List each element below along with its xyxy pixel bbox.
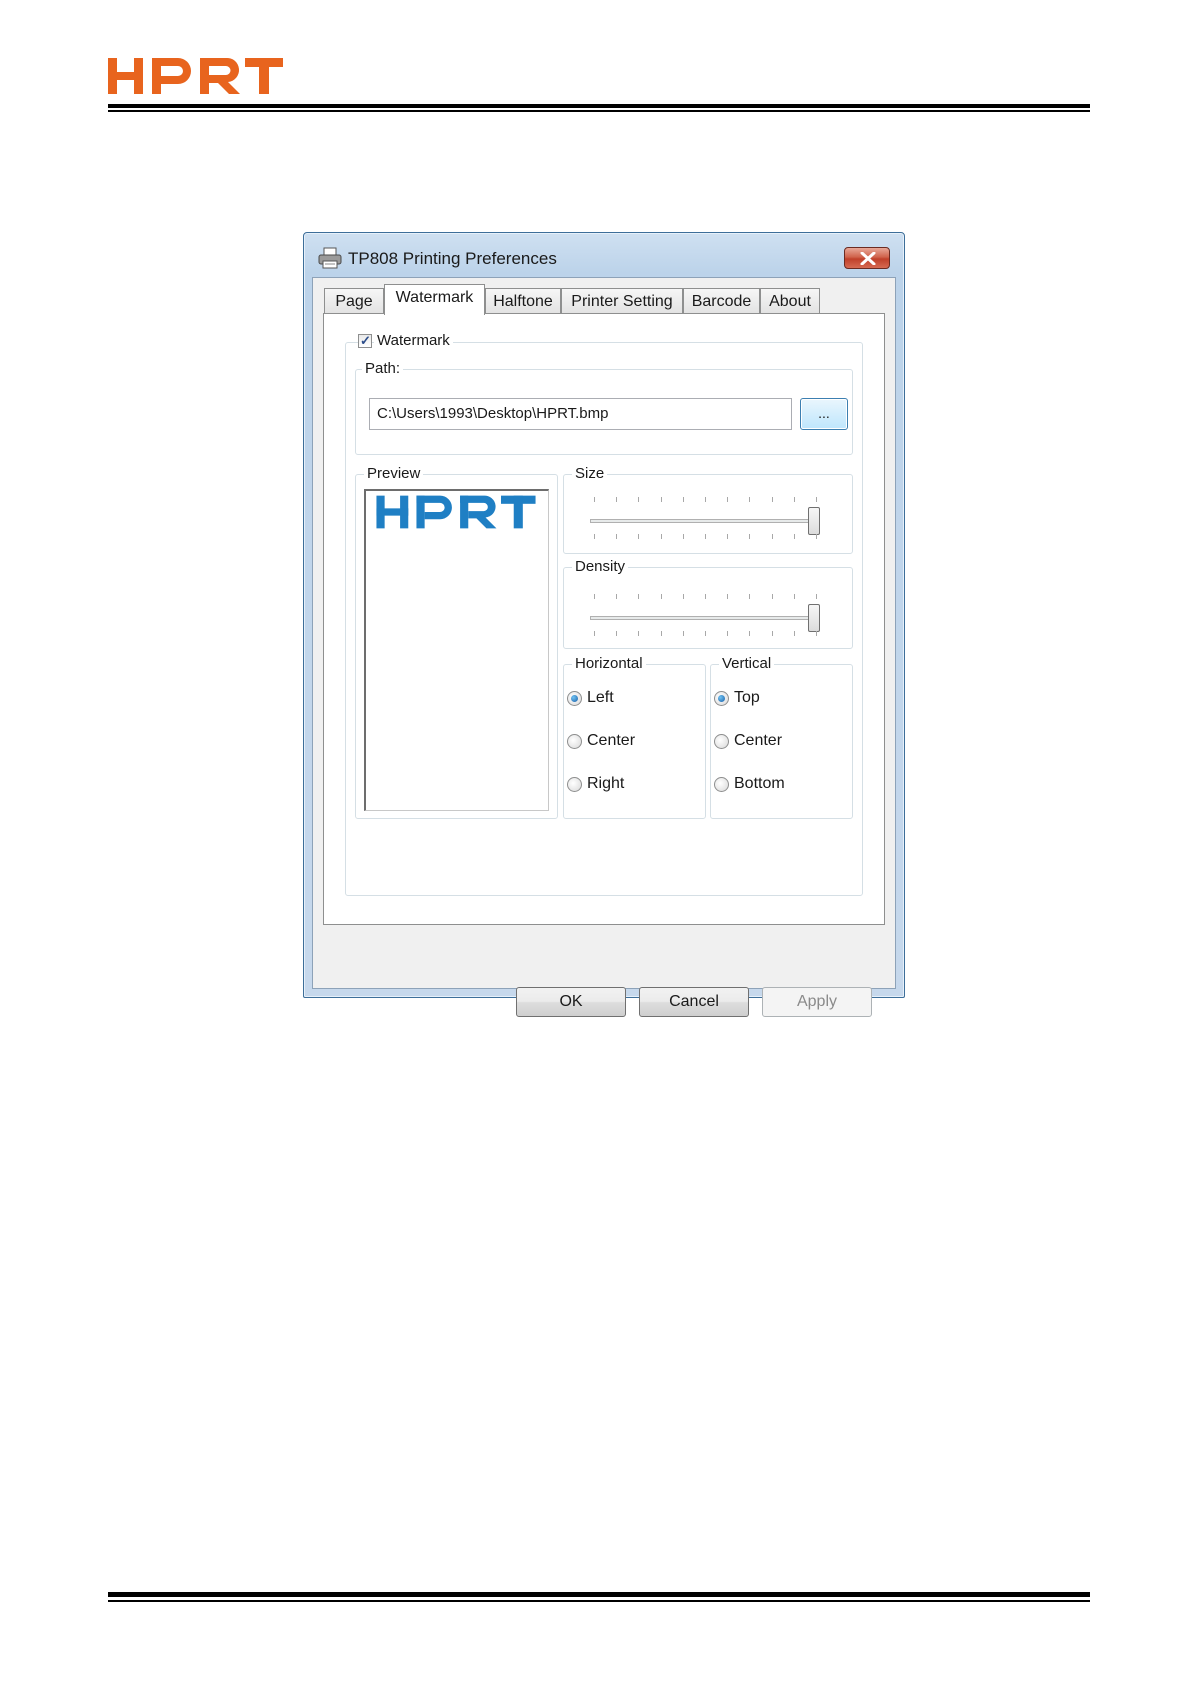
slider-tick (772, 594, 773, 599)
radio-vertical-top-label[interactable]: Top (734, 689, 760, 707)
radio-horizontal-center-label[interactable]: Center (587, 732, 635, 750)
slider-tick (616, 594, 617, 599)
density-slider-thumb[interactable] (808, 604, 820, 632)
density-slider-track[interactable] (590, 616, 820, 620)
slider-tick (683, 534, 684, 539)
slider-tick (727, 497, 728, 502)
radio-vertical-bottom[interactable] (714, 777, 729, 792)
slider-tick (661, 631, 662, 636)
slider-tick (772, 534, 773, 539)
slider-tick (616, 497, 617, 502)
slider-tick (727, 631, 728, 636)
slider-tick (772, 497, 773, 502)
close-button[interactable] (844, 247, 890, 269)
horizontal-label: Horizontal (572, 655, 646, 673)
tab-printer-setting[interactable]: Printer Setting (561, 288, 683, 313)
checkmark-icon: ✓ (360, 333, 371, 348)
slider-tick (661, 497, 662, 502)
slider-tick (794, 497, 795, 502)
radio-selected-dot (718, 695, 725, 702)
slider-tick (683, 631, 684, 636)
slider-tick (705, 497, 706, 502)
watermark-checkbox[interactable]: ✓ (358, 334, 372, 348)
slider-tick (594, 594, 595, 599)
header-rule-thin (108, 110, 1090, 112)
slider-tick (594, 497, 595, 502)
printing-preferences-dialog: TP808 Printing Preferences Page Watermar… (303, 232, 905, 1017)
tab-barcode[interactable]: Barcode (683, 288, 760, 313)
tab-halftone[interactable]: Halftone (485, 288, 561, 313)
slider-tick (661, 594, 662, 599)
slider-tick (683, 594, 684, 599)
slider-tick (683, 497, 684, 502)
slider-tick (794, 631, 795, 636)
radio-vertical-center[interactable] (714, 734, 729, 749)
radio-horizontal-left-label[interactable]: Left (587, 689, 614, 707)
slider-tick (749, 594, 750, 599)
slider-tick (816, 594, 817, 599)
slider-tick (638, 497, 639, 502)
ok-button[interactable]: OK (516, 987, 626, 1017)
apply-button[interactable]: Apply (762, 987, 872, 1017)
slider-tick (705, 594, 706, 599)
radio-vertical-bottom-label[interactable]: Bottom (734, 775, 785, 793)
slider-tick (705, 631, 706, 636)
preview-image-area (364, 489, 549, 811)
slider-tick (816, 631, 817, 636)
watermark-tab-panel: ✓ Watermark Path: C:\Users\1993\Desktop\… (323, 313, 885, 925)
header-rule-thick (108, 104, 1090, 108)
slider-tick (705, 534, 706, 539)
slider-tick (749, 497, 750, 502)
watermark-checkbox-label[interactable]: Watermark (374, 332, 453, 350)
size-slider-track[interactable] (590, 519, 820, 523)
radio-horizontal-center[interactable] (567, 734, 582, 749)
hprt-logo (108, 57, 283, 94)
tab-watermark[interactable]: Watermark (384, 284, 485, 315)
footer-rule-thin (108, 1600, 1090, 1602)
slider-tick (749, 534, 750, 539)
tab-page[interactable]: Page (324, 288, 384, 313)
slider-tick (638, 631, 639, 636)
slider-tick (749, 631, 750, 636)
radio-horizontal-left[interactable] (567, 691, 582, 706)
footer-rule-thick (108, 1592, 1090, 1597)
radio-selected-dot (571, 695, 578, 702)
path-input[interactable]: C:\Users\1993\Desktop\HPRT.bmp (369, 398, 792, 430)
slider-tick (727, 534, 728, 539)
close-icon (860, 252, 876, 265)
browse-button[interactable]: ... (800, 398, 848, 430)
vertical-label: Vertical (719, 655, 775, 673)
radio-horizontal-right-label[interactable]: Right (587, 775, 624, 793)
radio-horizontal-right[interactable] (567, 777, 582, 792)
slider-tick (794, 534, 795, 539)
slider-tick (661, 534, 662, 539)
slider-tick (616, 534, 617, 539)
radio-vertical-top[interactable] (714, 691, 729, 706)
slider-tick (594, 631, 595, 636)
dialog-client-area: Page Watermark Halftone Printer Setting … (312, 277, 896, 1017)
slider-tick (816, 497, 817, 502)
size-slider-thumb[interactable] (808, 507, 820, 535)
slider-tick (794, 594, 795, 599)
slider-tick (594, 534, 595, 539)
slider-tick (638, 594, 639, 599)
density-label: Density (572, 558, 629, 576)
preview-label: Preview (364, 465, 424, 483)
radio-vertical-center-label[interactable]: Center (734, 732, 782, 750)
preview-hprt-image (376, 495, 536, 529)
size-label: Size (572, 465, 608, 483)
path-label: Path: (362, 360, 404, 378)
dialog-title: TP808 Printing Preferences (348, 249, 557, 268)
slider-tick (616, 631, 617, 636)
slider-tick (772, 631, 773, 636)
slider-tick (727, 594, 728, 599)
cancel-button[interactable]: Cancel (639, 987, 749, 1017)
tab-about[interactable]: About (760, 288, 820, 313)
printer-icon (318, 247, 342, 269)
slider-tick (638, 534, 639, 539)
slider-tick (816, 534, 817, 539)
